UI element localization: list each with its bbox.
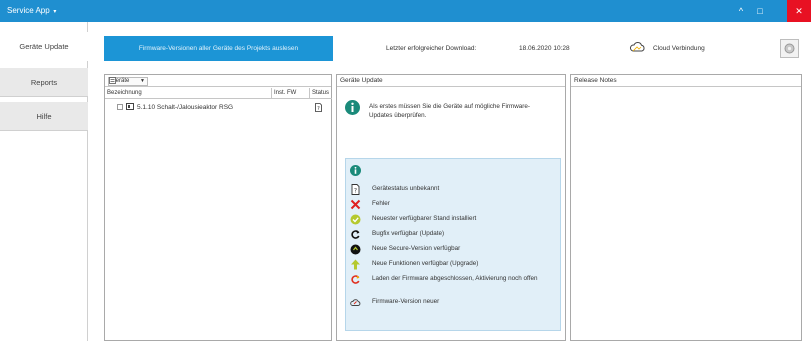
chevron-down-icon: ▾ xyxy=(51,9,57,15)
cloud-icon xyxy=(629,41,645,52)
status-unknown-icon: ? xyxy=(315,103,322,112)
restore-button[interactable]: □ xyxy=(752,0,768,22)
title-bar: Service App ▾ ^ □ ✕ xyxy=(0,0,811,22)
column-header-bezeichnung[interactable]: Bezeichnung xyxy=(105,88,272,99)
column-header-status[interactable]: Status xyxy=(310,88,332,99)
device-name: 5.1.10 Schalt-/Jalousieaktor RSG xyxy=(137,104,234,111)
secure-icon xyxy=(350,244,361,255)
read-firmware-button[interactable]: Firmware-Versionen aller Geräte des Proj… xyxy=(104,36,333,61)
last-download-value: 18.06.2020 10:28 xyxy=(519,45,570,52)
sidebar-item-hilfe[interactable]: Hilfe xyxy=(0,102,88,131)
sidebar-item-reports[interactable]: Reports xyxy=(0,68,88,97)
release-notes-panel: Release Notes xyxy=(570,74,802,341)
last-download-label: Letzter erfolgreicher Download: xyxy=(386,45,477,52)
installed-icon xyxy=(350,214,361,225)
column-header-inst-fw[interactable]: Inst. FW xyxy=(272,88,310,99)
device-icon xyxy=(126,103,134,110)
device-checkbox[interactable] xyxy=(117,104,123,110)
svg-text:?: ? xyxy=(354,188,357,195)
info-icon xyxy=(350,165,361,176)
chevron-down-icon: ▼ xyxy=(140,78,145,84)
table-row[interactable]: 5.1.10 Schalt-/Jalousieaktor RSG xyxy=(117,103,233,113)
svg-text:?: ? xyxy=(317,106,320,112)
app-title[interactable]: Service App ▾ xyxy=(7,6,56,15)
cloud-newer-icon xyxy=(350,299,361,306)
sidebar: Geräte Update Reports Hilfe xyxy=(0,22,88,341)
update-panel-title: Geräte Update xyxy=(337,75,565,87)
settings-button[interactable] xyxy=(780,39,799,58)
error-icon xyxy=(350,199,361,210)
cloud-connection-label[interactable]: Cloud Verbindung xyxy=(653,45,705,52)
gear-icon xyxy=(784,43,795,54)
close-button[interactable]: ✕ xyxy=(787,0,811,22)
loading-icon xyxy=(351,275,360,284)
bugfix-icon xyxy=(351,230,360,239)
update-message: Als erstes müssen Sie die Geräte auf mög… xyxy=(369,103,530,119)
list-icon xyxy=(109,77,116,84)
update-panel: Geräte Update Als erstes müssen Sie die … xyxy=(336,74,566,341)
info-icon xyxy=(345,100,360,115)
upgrade-icon xyxy=(351,259,360,270)
devices-panel: Geräte ▼ Bezeichnung Inst. FW Status 5.1… xyxy=(104,74,332,341)
devices-panel-header: Geräte ▼ xyxy=(105,75,331,87)
minimize-button[interactable]: ^ xyxy=(733,0,749,22)
legend-box: ? Gerätestatus unbekannt Fehler Neuester… xyxy=(345,158,561,331)
toolbar: Firmware-Versionen aller Geräte des Proj… xyxy=(88,22,811,67)
status-unknown-icon: ? xyxy=(351,184,360,195)
sidebar-item-geraete-update[interactable]: Geräte Update xyxy=(0,32,88,61)
release-notes-title: Release Notes xyxy=(571,75,801,87)
